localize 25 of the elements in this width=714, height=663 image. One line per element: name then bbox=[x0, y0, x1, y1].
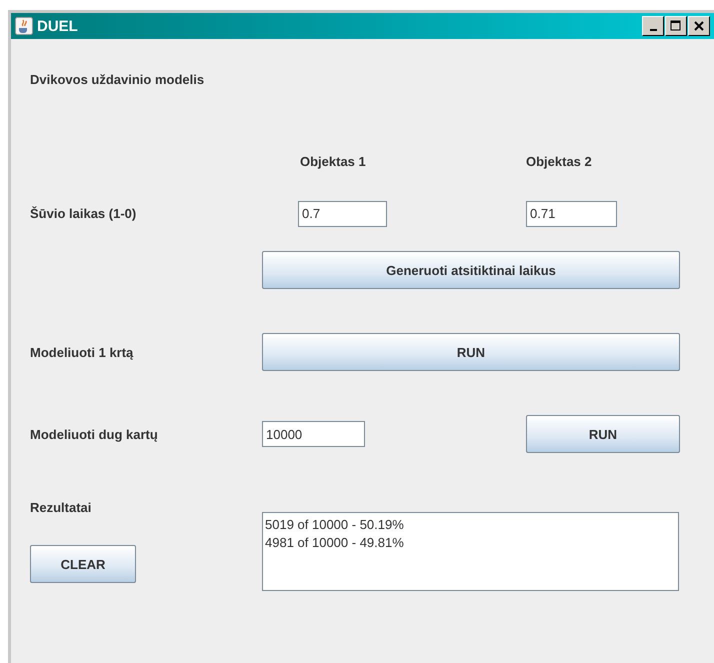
results-label: Rezultatai bbox=[30, 500, 92, 515]
minimize-icon bbox=[650, 29, 656, 31]
input-field[interactable]: 0.7 bbox=[298, 200, 387, 226]
coffee-cup-icon bbox=[15, 17, 33, 35]
heading-label: Dvikovos uždavinio modelis bbox=[30, 72, 206, 86]
result-line: 5019 of 10000 - 50.19% bbox=[265, 516, 405, 534]
maximize-button[interactable] bbox=[665, 16, 687, 36]
clear-button[interactable]: CLEAR bbox=[30, 545, 136, 583]
run-button[interactable]: RUN bbox=[526, 415, 680, 453]
field-label: Modeliuoti 1 krtą bbox=[30, 344, 134, 360]
window-title: DUEL bbox=[37, 18, 78, 34]
field-label: Modeliuoti dug kartų bbox=[30, 426, 159, 442]
maximize-icon bbox=[670, 20, 682, 32]
close-icon bbox=[694, 21, 704, 31]
results-text-area[interactable]: 5019 of 10000 - 50.19% 4981 of 10000 - 49.81% bbox=[262, 512, 679, 591]
column-heading: Objektas 1 bbox=[300, 154, 367, 168]
close-button[interactable] bbox=[688, 16, 710, 36]
column-heading: Objektas 2 bbox=[526, 154, 593, 168]
input-field[interactable]: 0.71 bbox=[526, 200, 617, 226]
field-label: Šūvio laikas (1-0) bbox=[30, 206, 138, 221]
run-button[interactable]: RUN bbox=[262, 333, 680, 371]
minimize-button[interactable] bbox=[642, 16, 664, 36]
generate-button[interactable]: Generuoti atsitiktinai laikus bbox=[262, 251, 680, 289]
input-field[interactable]: 10000 bbox=[262, 421, 365, 447]
result-line: 4981 of 10000 - 49.81% bbox=[265, 534, 405, 552]
